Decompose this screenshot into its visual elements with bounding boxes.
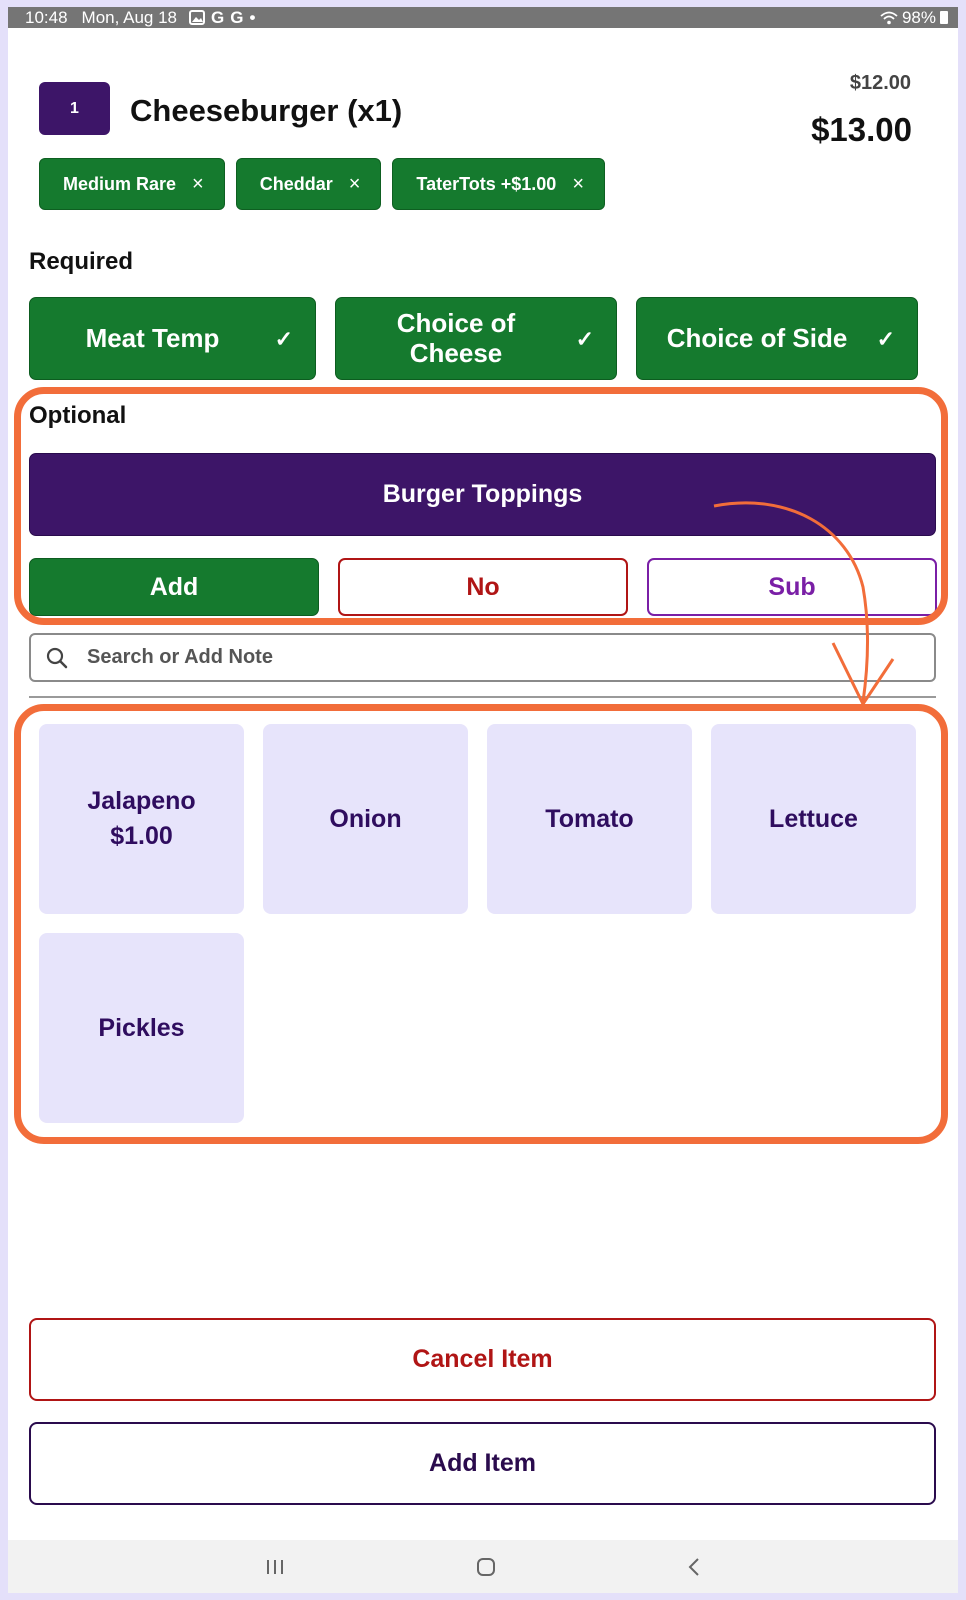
total-price: $13.00 — [811, 111, 912, 148]
modifier-mode-row: Add No Sub — [29, 558, 937, 616]
image-icon — [189, 10, 206, 25]
battery-icon — [940, 11, 948, 24]
search-bar[interactable] — [29, 633, 936, 682]
quantity-badge[interactable]: 1 — [39, 82, 110, 135]
required-group-side[interactable]: Choice of Side ✓ — [636, 297, 918, 380]
check-icon: ✓ — [274, 325, 293, 351]
search-icon — [46, 647, 68, 668]
chip-label: TaterTots +$1.00 — [416, 173, 557, 194]
option-jalapeno[interactable]: Jalapeno $1.00 — [39, 724, 244, 914]
app-screen: 10:48 Mon, Aug 18 G G • 98% 1 Cheeseburg… — [8, 7, 958, 1593]
back-icon[interactable] — [687, 1557, 701, 1577]
chip-label: Medium Rare — [63, 173, 177, 194]
modifier-chip-medium-rare[interactable]: Medium Rare × — [39, 158, 225, 210]
wifi-icon — [880, 11, 898, 24]
status-time: 10:48 — [25, 7, 68, 27]
modifier-chip-cheddar[interactable]: Cheddar × — [235, 158, 382, 210]
chip-label: Cheddar — [259, 173, 333, 194]
google-icon: G — [230, 7, 244, 27]
option-tomato[interactable]: Tomato — [487, 724, 692, 914]
option-lettuce[interactable]: Lettuce — [711, 724, 916, 914]
check-icon: ✓ — [876, 325, 895, 351]
system-nav-bar — [8, 1540, 958, 1593]
status-date: Mon, Aug 18 — [81, 7, 178, 27]
option-onion[interactable]: Onion — [263, 724, 468, 914]
cancel-item-button[interactable]: Cancel Item — [29, 1318, 936, 1401]
battery-percent: 98% — [901, 7, 936, 27]
required-group-meat-temp[interactable]: Meat Temp ✓ — [29, 297, 316, 380]
status-bar: 10:48 Mon, Aug 18 G G • 98% — [8, 7, 958, 28]
google-icon: G — [211, 7, 225, 27]
no-mode-button[interactable]: No — [338, 558, 628, 616]
group-label: Meat Temp — [85, 322, 220, 353]
check-icon: ✓ — [575, 325, 594, 351]
required-heading: Required — [29, 248, 134, 275]
divider — [29, 696, 936, 698]
close-icon[interactable]: × — [572, 173, 584, 196]
close-icon[interactable]: × — [192, 173, 204, 196]
search-input[interactable] — [87, 646, 867, 669]
add-mode-button[interactable]: Add — [29, 558, 319, 616]
group-label: Choice of Cheese — [396, 307, 516, 368]
item-title: Cheeseburger (x1) — [130, 93, 403, 128]
modifier-chip-tatertots[interactable]: TaterTots +$1.00 × — [392, 158, 606, 210]
add-item-button[interactable]: Add Item — [29, 1422, 936, 1505]
group-label: Choice of Side — [666, 322, 848, 353]
sub-mode-button[interactable]: Sub — [647, 558, 937, 616]
option-pickles[interactable]: Pickles — [39, 933, 244, 1123]
home-icon[interactable] — [475, 1556, 497, 1578]
topping-options: Jalapeno $1.00 Onion Tomato Lettuce Pick… — [39, 724, 919, 1123]
required-group-cheese[interactable]: Choice of Cheese ✓ — [335, 297, 617, 380]
status-dot: • — [249, 7, 256, 27]
optional-heading: Optional — [29, 402, 127, 429]
base-price: $12.00 — [849, 72, 911, 94]
selected-modifiers: Medium Rare × Cheddar × TaterTots +$1.00… — [39, 158, 606, 210]
required-groups: Meat Temp ✓ Choice of Cheese ✓ Choice of… — [29, 297, 918, 380]
optional-group-burger-toppings[interactable]: Burger Toppings — [29, 453, 936, 536]
recent-apps-icon[interactable] — [265, 1558, 285, 1576]
close-icon[interactable]: × — [349, 173, 361, 196]
